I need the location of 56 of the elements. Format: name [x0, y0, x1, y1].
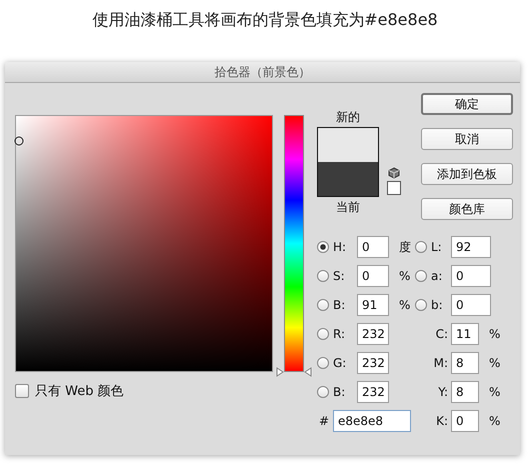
field-label: B: [333, 385, 346, 399]
field-label: H: [333, 240, 348, 254]
radio-button[interactable] [415, 270, 427, 282]
picker-circle-icon [14, 136, 24, 146]
input-field[interactable]: 0 [451, 410, 479, 432]
preview-label: 当前 [336, 199, 360, 215]
input-field[interactable]: 0 [451, 294, 491, 316]
radio-button[interactable] [415, 299, 427, 311]
dialog-button[interactable]: 添加到色板 [421, 163, 513, 185]
preview-label: 新的 [336, 109, 360, 125]
field-label: S: [333, 269, 346, 283]
field-label: Y: [437, 385, 449, 399]
input-field[interactable]: 0 [357, 265, 389, 287]
field-label: C: [434, 327, 449, 341]
radio-button[interactable] [317, 328, 329, 340]
radio-button[interactable] [317, 357, 329, 369]
caption-text: 使用油漆桶工具将画布的背景色填充为#e8e8e8 [91, 9, 439, 31]
hue-slider[interactable] [276, 115, 312, 377]
radio-button[interactable] [317, 241, 329, 253]
field-label: # [318, 414, 330, 428]
input-field[interactable]: 232 [357, 381, 389, 403]
field-label: a: [431, 269, 444, 283]
input-field[interactable]: 232 [357, 352, 389, 374]
slider-thumb[interactable] [276, 367, 312, 377]
field-label: L: [431, 240, 443, 254]
checkbox-label: 只有 Web 颜色 [35, 383, 124, 400]
input-field[interactable]: 11 [451, 323, 479, 345]
radio-button[interactable] [317, 299, 329, 311]
field-label: K: [435, 414, 449, 428]
input-field[interactable]: 92 [451, 236, 491, 258]
radio-button[interactable] [317, 270, 329, 282]
field-label: B: [333, 298, 346, 312]
field-label: R: [333, 327, 346, 341]
unit-label: 度 [398, 238, 412, 256]
input-field[interactable]: 0 [451, 265, 491, 287]
field-label: b: [431, 298, 444, 312]
unit-label: % [398, 269, 412, 283]
field-label: G: [333, 356, 348, 370]
field-label: M: [432, 356, 449, 370]
dialog-button[interactable]: 取消 [421, 128, 513, 150]
input-field[interactable]: 91 [357, 294, 389, 316]
window-title: 拾色器（前景色） [5, 62, 520, 83]
checkbox[interactable] [15, 384, 29, 398]
web-color-swatch[interactable] [387, 181, 401, 195]
input-field[interactable]: 8 [451, 352, 479, 374]
input-field[interactable]: 0 [357, 236, 389, 258]
color-field[interactable] [15, 115, 273, 372]
cube-icon [388, 167, 400, 179]
input-field[interactable]: 232 [357, 323, 389, 345]
dialog-button[interactable]: 确定 [421, 93, 513, 115]
dialog-button[interactable]: 颜色库 [421, 198, 513, 220]
radio-button[interactable] [317, 386, 329, 398]
hex-input-field[interactable]: e8e8e8 [333, 410, 411, 432]
radio-button[interactable] [415, 241, 427, 253]
unit-label: % [398, 298, 412, 312]
input-field[interactable]: 8 [451, 381, 479, 403]
